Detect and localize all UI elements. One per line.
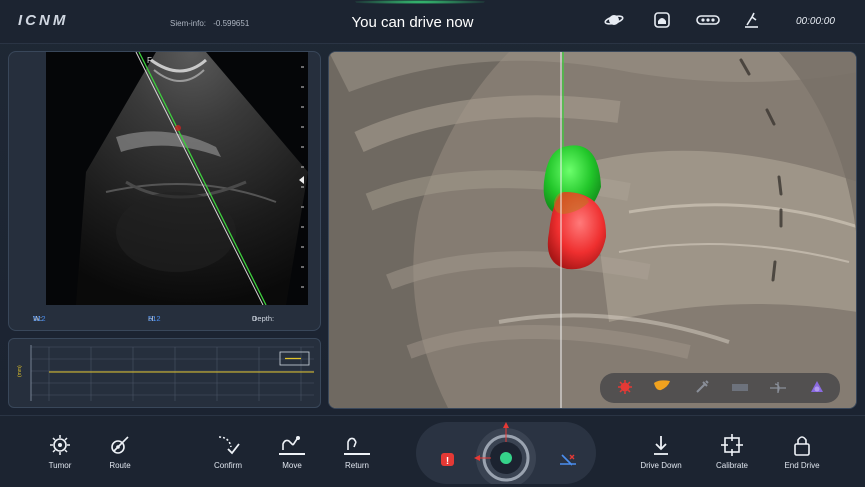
session-timer: 00:00:00 [796,16,835,27]
move-label: Move [282,461,302,470]
3d-toolbar [600,373,840,403]
needle-icon[interactable] [769,379,787,397]
move-icon [262,433,322,457]
target-icon[interactable] [808,379,826,397]
lock-icon [772,433,832,457]
app-root: ICNM Siem-info: -0.599651 You can drive … [0,0,865,487]
ultrasound-image[interactable]: F [46,52,308,305]
height-value: 512 [148,314,161,323]
calibrate-button[interactable]: Calibrate [702,433,762,483]
alarm-icon[interactable] [651,11,673,31]
rectangle-icon[interactable] [731,379,749,397]
confirm-label: Confirm [213,461,242,470]
tumor-label: Tumor [48,461,72,470]
ultrasound-info: W: 512 H: 512 Depth: 0 [9,310,320,330]
return-label: Return [344,461,369,470]
confirm-icon [198,433,258,457]
return-icon [327,433,387,457]
route-label: Route [109,461,131,470]
move-button[interactable]: Move [262,433,322,483]
status-glow [355,0,485,4]
arrow-down-icon [631,433,691,457]
drive-down-label: Drive Down [640,461,682,470]
route-button[interactable]: Route [90,433,150,483]
syringe-icon[interactable] [693,379,711,397]
ultrasound-marker: F [147,56,152,65]
bottom-toolbar: Tumor Route Confirm Move Return ! Drive … [0,415,865,487]
joystick-knob [500,452,512,464]
svg-text:!: ! [446,456,449,467]
liver-icon[interactable] [653,379,671,397]
planet-icon[interactable] [603,11,625,31]
tumor-button[interactable]: Tumor [30,433,90,483]
virus-icon[interactable] [616,379,634,397]
calibrate-label: Calibrate [715,461,748,470]
ultrasound-panel: F W: 512 H: 512 Depth: 0 [8,51,321,331]
depth-value: 0 [252,314,257,323]
return-button[interactable]: Return [327,433,387,483]
device-icon[interactable] [695,11,721,31]
header-bar: ICNM Siem-info: -0.599651 You can drive … [0,0,865,44]
end-drive-label: End Drive [784,461,820,470]
laser-icon [560,454,576,466]
tool-icon[interactable] [741,11,763,31]
drive-joystick: ! [416,422,596,487]
confirm-button[interactable]: Confirm [198,433,258,483]
end-drive-button[interactable]: End Drive [772,433,832,483]
width-value: 512 [33,314,46,323]
calibrate-icon [702,433,762,457]
alert-icon: ! [441,453,454,467]
position-graph: (mm) [8,338,321,408]
3d-view[interactable] [328,51,857,409]
tumor-icon [30,433,90,457]
drive-down-button[interactable]: Drive Down [631,433,691,483]
route-icon [90,433,150,457]
graph-y-label: (mm) [17,365,23,377]
